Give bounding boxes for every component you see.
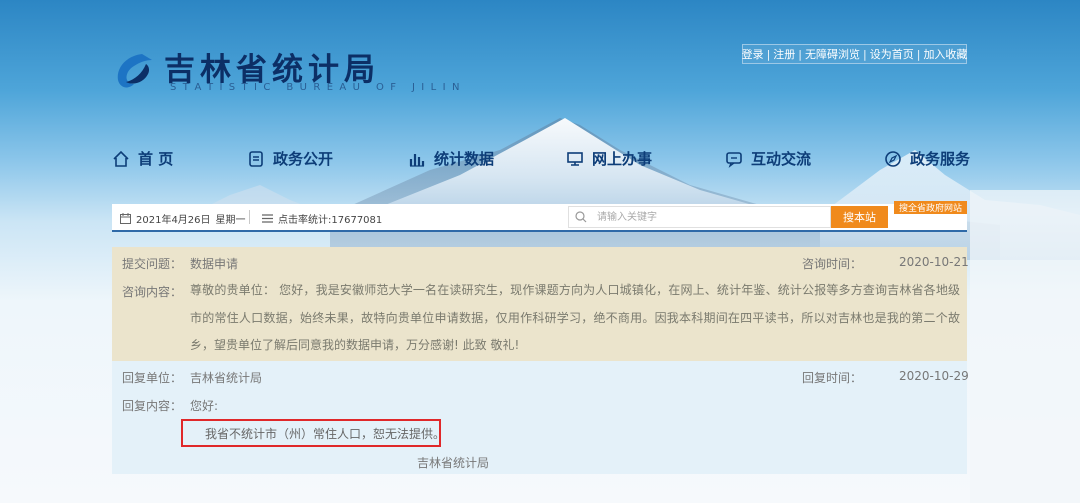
nav-label: 统计数据	[434, 150, 495, 168]
reply-time-label: 回复时间：	[802, 371, 863, 385]
reply-unit-label: 回复单位：	[122, 371, 183, 385]
set-homepage-link[interactable]: 设为首页	[869, 46, 915, 62]
topic-label: 提交问题：	[122, 257, 183, 271]
nav-label: 互动交流	[751, 150, 812, 168]
nav-item-government-services[interactable]: 政务服务	[884, 148, 970, 169]
reply-content-label: 回复内容：	[122, 399, 183, 413]
topic-value: 数据申请	[190, 257, 239, 271]
nav-label: 政务服务	[910, 150, 971, 168]
question-content-label: 咨询内容：	[122, 285, 183, 299]
nav-item-government-affairs[interactable]: 政务公开	[247, 148, 333, 169]
bureau-logo-icon	[117, 54, 152, 88]
reply-greeting: 您好:	[190, 399, 219, 413]
nav-label: 网上办事	[592, 150, 653, 168]
add-favorite-link[interactable]: 加入收藏	[922, 46, 968, 62]
divider	[249, 210, 250, 224]
site-subtitle: STATISTIC BUREAU OF JILIN	[170, 82, 466, 93]
date-text: 2021年4月26日	[136, 215, 211, 226]
reply-time-value: 2020-10-29	[899, 369, 969, 383]
nav-item-statistics[interactable]: 统计数据	[408, 148, 494, 169]
reply-unit-value: 吉林省统计局	[190, 371, 263, 385]
divider: |	[863, 47, 867, 61]
document-icon	[249, 150, 263, 167]
search-icon	[575, 211, 587, 223]
divider: |	[766, 47, 771, 61]
compass-icon	[885, 150, 901, 167]
reply-signature: 吉林省统计局	[417, 456, 490, 470]
divider: |	[798, 47, 802, 61]
nav-label: 首 页	[138, 150, 174, 168]
top-links: 登录 | 注册 | 无障碍浏览 | 设为首页 | 加入收藏	[742, 44, 967, 64]
divider: |	[916, 47, 921, 61]
question-content: 尊敬的贵单位： 您好，我是安徽师范大学一名在读研究生，现作课题方向为人口城镇化，…	[190, 283, 960, 352]
list-icon	[262, 214, 273, 223]
search-box	[568, 206, 831, 228]
register-link[interactable]: 注册	[772, 46, 796, 62]
question-time-label: 咨询时间：	[802, 257, 863, 271]
info-bar: 2021年4月26日 星期一 点击率统计:17677081 搜本站 搜全省政府网…	[112, 201, 967, 232]
search-province-link[interactable]: 搜全省政府网站	[894, 201, 967, 214]
weekday-text: 星期一	[215, 215, 246, 226]
highlighted-answer: 我省不统计市（州）常住人口，恕无法提供。	[181, 419, 445, 447]
question-time-value: 2020-10-21	[899, 255, 969, 269]
home-icon	[113, 150, 129, 167]
visit-count-text: 点击率统计:17677081	[278, 215, 383, 226]
reply-panel: 回复单位： 吉林省统计局 回复时间： 2020-10-29 回复内容： 您好: …	[112, 361, 969, 474]
accessibility-link[interactable]: 无障碍浏览	[804, 46, 861, 62]
chat-icon	[726, 151, 742, 168]
search-site-button[interactable]: 搜本站	[831, 206, 888, 228]
visit-counter: 点击率统计:17677081	[262, 211, 382, 226]
question-panel: 提交问题： 数据申请 咨询时间： 2020-10-21 咨询内容： 尊敬的贵单位…	[112, 247, 969, 361]
monitor-icon	[567, 151, 583, 166]
bar-chart-icon	[409, 153, 425, 167]
search-input[interactable]	[595, 210, 819, 224]
nav-item-online-services[interactable]: 网上办事	[566, 148, 652, 169]
login-link[interactable]: 登录	[741, 46, 765, 62]
current-date: 2021年4月26日 星期一	[120, 211, 246, 226]
main-nav: 首 页 政务公开 统计数据 网上办事 互动交流 政务服务	[112, 148, 970, 174]
nav-item-interaction[interactable]: 互动交流	[725, 148, 811, 169]
nav-item-home[interactable]: 首 页	[112, 148, 173, 169]
calendar-icon	[120, 213, 131, 224]
nav-label: 政务公开	[273, 150, 334, 168]
